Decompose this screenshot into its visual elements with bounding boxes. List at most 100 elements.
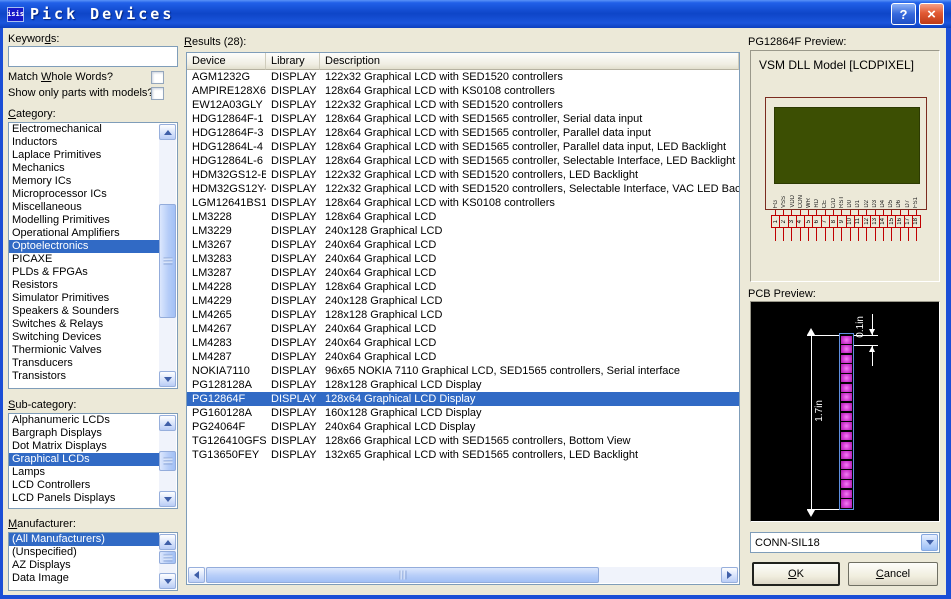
keywords-input[interactable]	[8, 46, 178, 67]
description-cell: 122x32 Graphical LCD with SED1520 contro…	[320, 168, 739, 182]
category-item[interactable]: Mechanics	[9, 162, 159, 175]
description-cell: 160x128 Graphical LCD Display	[320, 406, 739, 420]
scroll-up-button[interactable]	[159, 415, 176, 431]
category-item[interactable]: Modelling Primitives	[9, 214, 159, 227]
result-row[interactable]: AMPIRE128X64DISPLAY128x64 Graphical LCD …	[187, 84, 739, 98]
result-row[interactable]: LM3228DISPLAY128x64 Graphical LCD	[187, 210, 739, 224]
result-row[interactable]: PG160128ADISPLAY160x128 Graphical LCD Di…	[187, 406, 739, 420]
category-item[interactable]: Optoelectronics	[9, 240, 159, 253]
scroll-thumb[interactable]	[159, 551, 176, 564]
category-item[interactable]: Resistors	[9, 279, 159, 292]
category-item[interactable]: Inductors	[9, 136, 159, 149]
category-item[interactable]: Speakers & Sounders	[9, 305, 159, 318]
category-item[interactable]: Memory ICs	[9, 175, 159, 188]
category-item[interactable]: PICAXE	[9, 253, 159, 266]
result-row[interactable]: PG128128ADISPLAY128x128 Graphical LCD Di…	[187, 378, 739, 392]
manufacturer-item[interactable]: (Unspecified)	[9, 546, 159, 559]
show-only-models-checkbox[interactable]	[151, 87, 164, 100]
manufacturer-item[interactable]: (All Manufacturers)	[9, 533, 159, 546]
column-header-device[interactable]: Device	[187, 53, 266, 70]
device-cell: HDM32GS12-B	[187, 168, 266, 182]
result-row[interactable]: LM3283DISPLAY240x64 Graphical LCD	[187, 252, 739, 266]
subcategory-item[interactable]: Alphanumeric LCDs	[9, 414, 159, 427]
result-row[interactable]: TG126410GFSBDISPLAY128x66 Graphical LCD …	[187, 434, 739, 448]
ok-button[interactable]: OK	[752, 562, 840, 586]
category-item[interactable]: Electromechanical	[9, 123, 159, 136]
category-item[interactable]: Transistors	[9, 370, 159, 383]
result-row[interactable]: LM4228DISPLAY128x64 Graphical LCD	[187, 280, 739, 294]
result-row[interactable]: HDG12864L-6DISPLAY128x64 Graphical LCD w…	[187, 154, 739, 168]
package-combobox[interactable]: CONN-SIL18	[750, 532, 940, 553]
subcategory-item[interactable]: LCD Panels Displays	[9, 492, 159, 505]
result-row[interactable]: PG24064FDISPLAY240x64 Graphical LCD Disp…	[187, 420, 739, 434]
result-row[interactable]: LGM12641BS1RDISPLAY128x64 Graphical LCD …	[187, 196, 739, 210]
subcategory-item[interactable]: Dot Matrix Displays	[9, 440, 159, 453]
column-header-description[interactable]: Description	[320, 53, 739, 70]
scroll-right-button[interactable]	[721, 567, 738, 583]
manufacturer-item[interactable]: AZ Displays	[9, 559, 159, 572]
device-cell: LM3287	[187, 266, 266, 280]
result-row[interactable]: PG12864FDISPLAY128x64 Graphical LCD Disp…	[187, 392, 739, 406]
scroll-down-button[interactable]	[159, 371, 176, 387]
subcategory-item[interactable]: LCD Controllers	[9, 479, 159, 492]
cancel-button[interactable]: Cancel	[848, 562, 938, 586]
result-row[interactable]: EW12A03GLYDISPLAY122x32 Graphical LCD wi…	[187, 98, 739, 112]
result-row[interactable]: HDM32GS12Y-3DISPLAY122x32 Graphical LCD …	[187, 182, 739, 196]
match-whole-words-checkbox[interactable]	[151, 71, 164, 84]
result-row[interactable]: HDG12864F-3DISPLAY128x64 Graphical LCD w…	[187, 126, 739, 140]
result-row[interactable]: NOKIA7110DISPLAY96x65 NOKIA 7110 Graphic…	[187, 364, 739, 378]
help-button[interactable]: ?	[891, 3, 916, 25]
category-scrollbar[interactable]	[159, 124, 176, 387]
result-row[interactable]: HDG12864L-4DISPLAY128x64 Graphical LCD w…	[187, 140, 739, 154]
schematic-preview-label: PG12864F Preview:	[748, 36, 846, 48]
pin-tail-line	[838, 228, 846, 241]
category-item[interactable]: Miscellaneous	[9, 201, 159, 214]
result-row[interactable]: LM4265DISPLAY128x128 Graphical LCD	[187, 308, 739, 322]
column-header-library[interactable]: Library	[266, 53, 320, 70]
scroll-down-button[interactable]	[159, 573, 176, 589]
result-row[interactable]: HDG12864F-1DISPLAY128x64 Graphical LCD w…	[187, 112, 739, 126]
subcategory-item[interactable]: Bargraph Displays	[9, 427, 159, 440]
scroll-down-button[interactable]	[159, 491, 176, 507]
subcategory-listbox[interactable]: Alphanumeric LCDsBargraph DisplaysDot Ma…	[8, 413, 178, 509]
result-row[interactable]: LM3267DISPLAY240x64 Graphical LCD	[187, 238, 739, 252]
subcategory-item[interactable]: Lamps	[9, 466, 159, 479]
result-row[interactable]: LM4267DISPLAY240x64 Graphical LCD	[187, 322, 739, 336]
category-item[interactable]: Operational Amplifiers	[9, 227, 159, 240]
category-item[interactable]: PLDs & FPGAs	[9, 266, 159, 279]
manufacturer-item[interactable]: Data Image	[9, 572, 159, 585]
results-horizontal-scrollbar[interactable]	[188, 567, 738, 583]
library-cell: DISPLAY	[266, 252, 320, 266]
subcategory-scrollbar[interactable]	[159, 415, 176, 507]
result-row[interactable]: AGM1232GDISPLAY122x32 Graphical LCD with…	[187, 70, 739, 84]
result-row[interactable]: TG13650FEYDISPLAY132x65 Graphical LCD wi…	[187, 448, 739, 462]
category-item[interactable]: Transducers	[9, 357, 159, 370]
manufacturer-scrollbar[interactable]	[159, 534, 176, 589]
scroll-thumb[interactable]	[206, 567, 599, 583]
pin-label: FS1	[912, 184, 920, 208]
result-row[interactable]: LM4287DISPLAY240x64 Graphical LCD	[187, 350, 739, 364]
category-item[interactable]: Switches & Relays	[9, 318, 159, 331]
result-row[interactable]: HDM32GS12-BDISPLAY122x32 Graphical LCD w…	[187, 168, 739, 182]
scroll-left-button[interactable]	[188, 567, 205, 583]
category-item[interactable]: Thermionic Valves	[9, 344, 159, 357]
result-row[interactable]: LM4283DISPLAY240x64 Graphical LCD	[187, 336, 739, 350]
subcategory-item[interactable]: Graphical LCDs	[9, 453, 159, 466]
scroll-thumb[interactable]	[159, 451, 176, 471]
show-only-models-label: Show only parts with models?	[8, 87, 154, 99]
manufacturer-listbox[interactable]: (All Manufacturers)(Unspecified)AZ Displ…	[8, 532, 178, 591]
result-row[interactable]: LM3287DISPLAY240x64 Graphical LCD	[187, 266, 739, 280]
result-row[interactable]: LM3229DISPLAY240x128 Graphical LCD	[187, 224, 739, 238]
category-item[interactable]: Laplace Primitives	[9, 149, 159, 162]
result-row[interactable]: LM4229DISPLAY240x128 Graphical LCD	[187, 294, 739, 308]
category-item[interactable]: Simulator Primitives	[9, 292, 159, 305]
scroll-up-button[interactable]	[159, 124, 176, 140]
close-button[interactable]: ×	[919, 3, 944, 25]
category-listbox[interactable]: ElectromechanicalInductorsLaplace Primit…	[8, 122, 178, 389]
scroll-thumb[interactable]	[159, 204, 176, 318]
pin-number: 10	[847, 216, 855, 227]
combo-dropdown-button[interactable]	[921, 534, 938, 551]
scroll-up-button[interactable]	[159, 534, 176, 550]
category-item[interactable]: Switching Devices	[9, 331, 159, 344]
category-item[interactable]: Microprocessor ICs	[9, 188, 159, 201]
